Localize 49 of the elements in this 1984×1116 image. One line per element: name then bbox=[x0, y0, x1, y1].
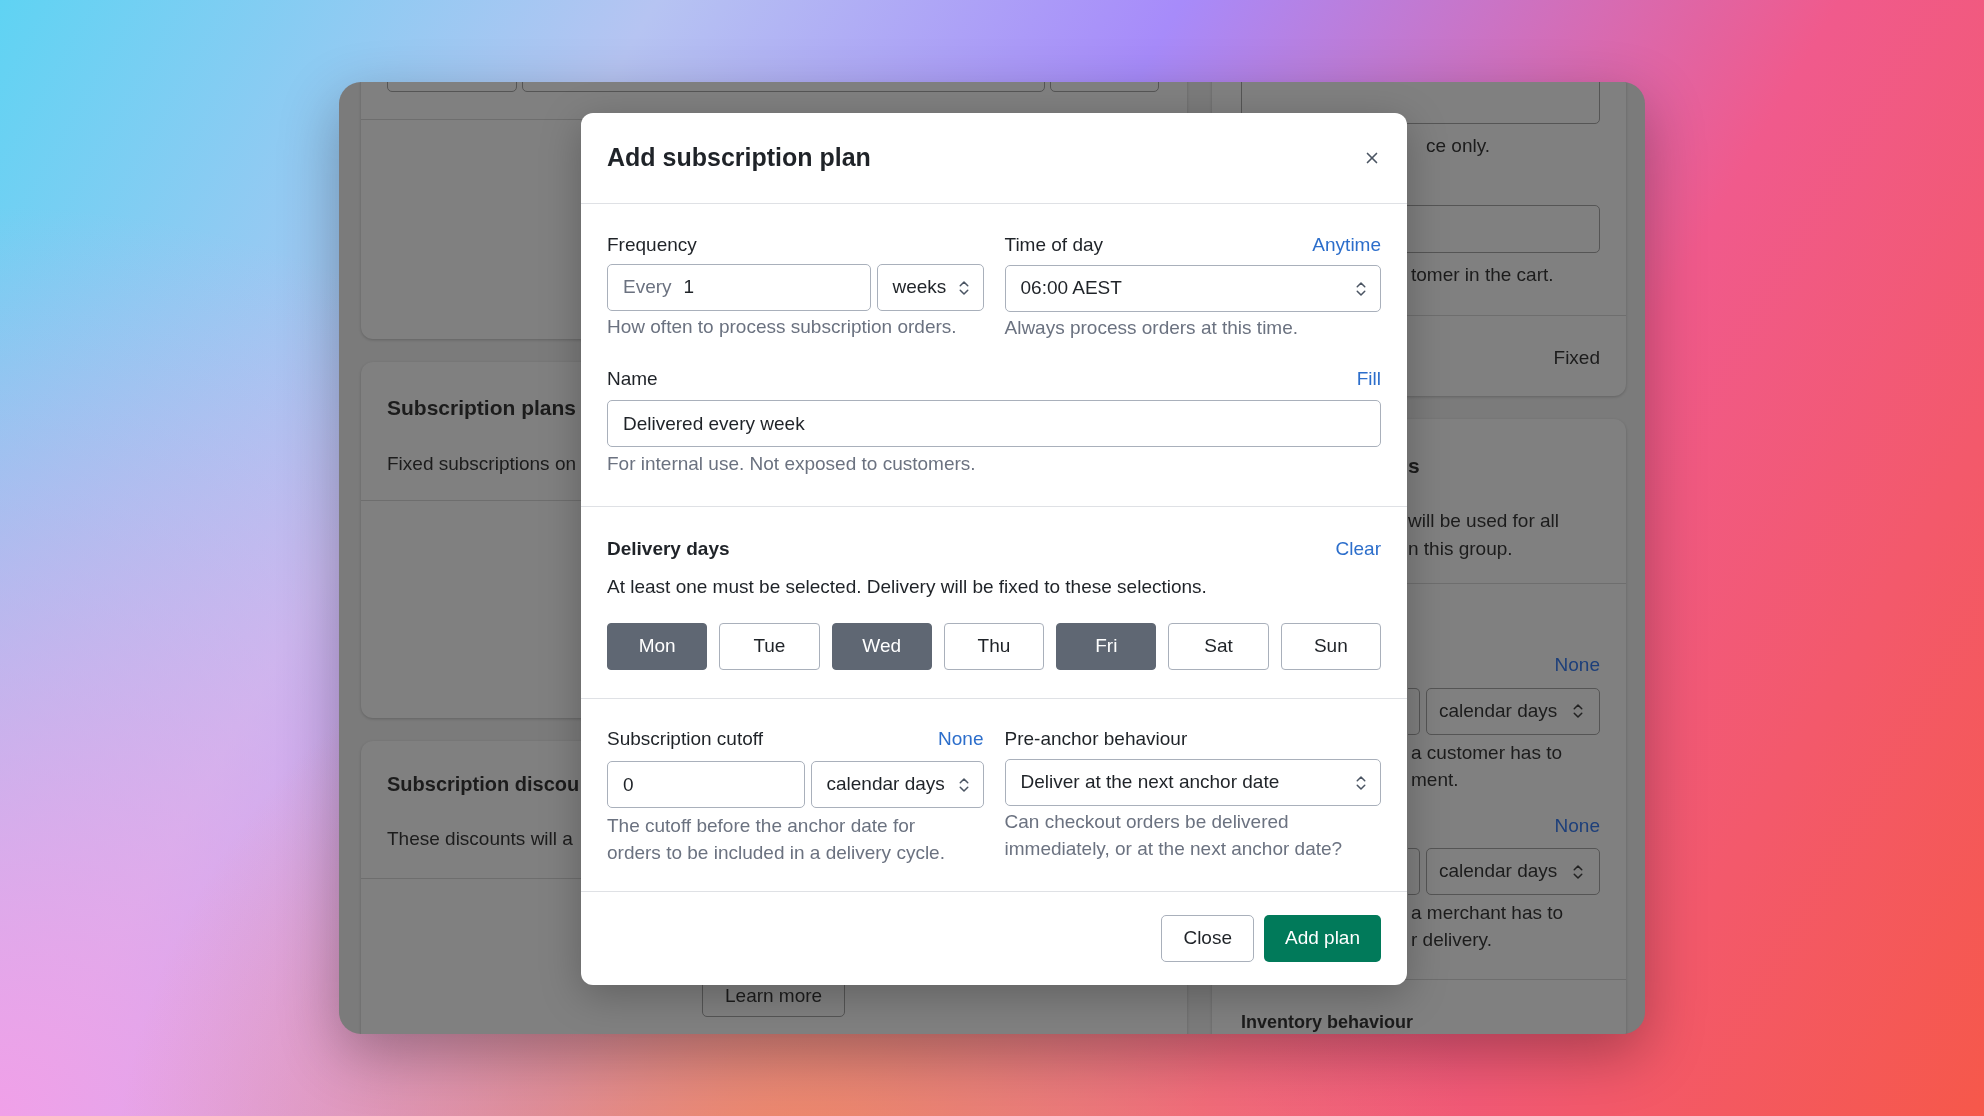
note-text: ce only. bbox=[1426, 134, 1491, 158]
unit-select[interactable]: calendar days bbox=[1426, 848, 1600, 895]
dialog-title: Add subscription plan bbox=[607, 142, 871, 174]
unit-select[interactable]: weeks bbox=[876, 264, 984, 311]
field-label: Frequency bbox=[607, 232, 697, 257]
unit-select[interactable]: calendar days bbox=[1426, 687, 1600, 735]
text-link[interactable]: Anytime bbox=[1312, 230, 1381, 260]
day-toggle[interactable]: Wed bbox=[831, 623, 932, 670]
day-toggle[interactable]: Thu bbox=[943, 623, 1045, 670]
section-title: Delivery days bbox=[607, 536, 730, 561]
day-toggle[interactable]: Sat bbox=[1168, 623, 1269, 670]
value-text: Fixed bbox=[1553, 346, 1600, 370]
card-description: will be used for all n this group. bbox=[1408, 508, 1560, 561]
help-text: The cutoff before the anchor date for orders to be included in a delivery cycle. bbox=[607, 814, 946, 865]
cutoff-field[interactable]: 0 bbox=[607, 761, 805, 808]
text-link[interactable]: None bbox=[938, 724, 984, 754]
card-description: Fixed subscriptions on bbox=[387, 451, 577, 476]
day-toggle[interactable]: Fri bbox=[1056, 623, 1157, 670]
input-field[interactable] bbox=[1408, 687, 1420, 735]
time-select[interactable]: 06:00 AEST bbox=[1004, 265, 1381, 312]
add-plan-button[interactable]: Add plan bbox=[1264, 915, 1381, 962]
unit-select[interactable]: calendar days bbox=[810, 761, 984, 808]
note-text: tomer in the cart. bbox=[1411, 262, 1554, 287]
day-toggle[interactable]: Sun bbox=[1280, 623, 1381, 670]
help-text: For internal use. Not exposed to customers. bbox=[607, 452, 977, 476]
name-field[interactable]: Delivered every week bbox=[607, 400, 1381, 447]
field-label: Subscription cutoff bbox=[607, 726, 763, 751]
card-description: These discounts will a bbox=[387, 827, 573, 851]
help-text: Always process orders at this time. bbox=[1004, 316, 1300, 340]
field-label: Time of day bbox=[1004, 232, 1104, 257]
help-text: How often to process subscription orders. bbox=[607, 315, 958, 339]
frequency-field[interactable]: Every 1 bbox=[607, 264, 871, 311]
help-text: Can checkout orders be delivered immediately, or at the next anchor date? bbox=[1004, 810, 1344, 861]
day-toggle[interactable]: Mon bbox=[607, 623, 708, 670]
help-text: a customer has to ment. bbox=[1411, 740, 1563, 792]
help-text: a merchant has to r delivery. bbox=[1411, 901, 1564, 952]
card-title: Subscription discou bbox=[387, 772, 580, 797]
card-title: Subscription plans bbox=[387, 395, 577, 421]
behaviour-select[interactable]: Deliver at the next anchor date bbox=[1004, 759, 1381, 806]
section-description: At least one must be selected. Delivery will be fixed to these selections. bbox=[607, 575, 1208, 599]
text-link[interactable]: Fill bbox=[1356, 364, 1381, 394]
close-button[interactable]: Close bbox=[1161, 915, 1254, 962]
day-toggle[interactable]: Tue bbox=[719, 623, 820, 670]
text-link[interactable]: Clear bbox=[1335, 534, 1381, 564]
card-title: Inventory behaviour bbox=[1241, 1011, 1414, 1034]
field-label: Pre-anchor behaviour bbox=[1004, 726, 1188, 751]
field-label: Name bbox=[607, 366, 658, 391]
input-field[interactable] bbox=[1408, 848, 1420, 895]
card-title: s bbox=[1408, 453, 1420, 479]
